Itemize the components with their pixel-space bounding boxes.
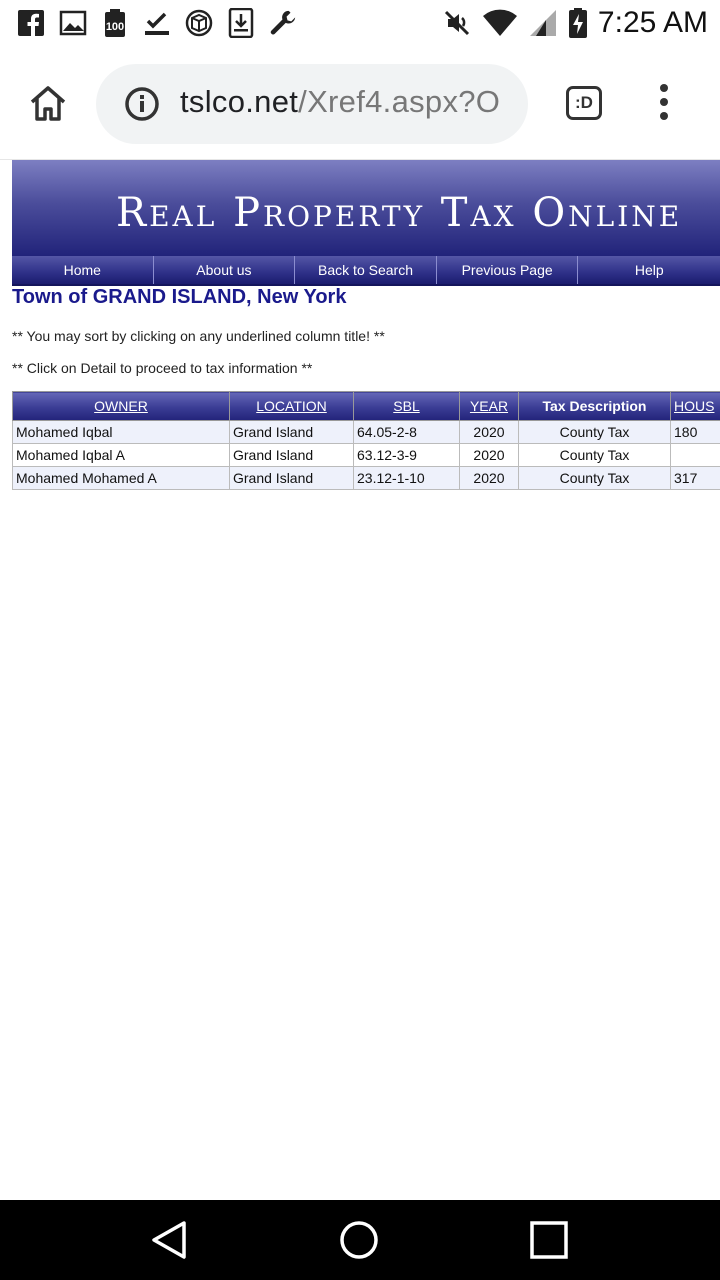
table-row[interactable]: Mohamed Iqbal A Grand Island 63.12-3-9 2… <box>12 443 720 467</box>
year-cell: 2020 <box>459 443 519 467</box>
tax-description-cell: County Tax <box>518 466 671 490</box>
wifi-icon <box>482 9 517 36</box>
clock: 7:25 AM <box>597 6 708 39</box>
table-row[interactable]: Mohamed Iqbal Grand Island 64.05-2-8 202… <box>12 420 720 444</box>
column-header-location[interactable]: LOCATION <box>229 391 354 421</box>
recents-icon[interactable] <box>529 1220 569 1260</box>
column-header-tax-description: Tax Description <box>518 391 671 421</box>
system-navigation-bar <box>0 1200 720 1280</box>
location-cell: Grand Island <box>229 420 354 444</box>
nav-home[interactable]: Home <box>12 256 154 284</box>
facebook-icon <box>16 8 46 38</box>
location-cell: Grand Island <box>229 466 354 490</box>
owner-cell: Mohamed Iqbal A <box>12 443 230 467</box>
sort-year-link[interactable]: YEAR <box>470 398 508 414</box>
results-table: OWNER LOCATION SBL YEAR Tax Description … <box>12 391 720 490</box>
table-header-row: OWNER LOCATION SBL YEAR Tax Description … <box>12 391 720 421</box>
sort-location-link[interactable]: LOCATION <box>256 398 327 414</box>
overflow-menu-button[interactable] <box>650 84 678 124</box>
3d-box-icon <box>184 8 214 38</box>
svg-text:100: 100 <box>106 21 124 33</box>
status-bar: 100 7:25 AM <box>0 0 720 48</box>
mute-icon <box>444 10 469 36</box>
column-header-owner[interactable]: OWNER <box>12 391 230 421</box>
home-icon <box>30 86 66 121</box>
notification-icons: 100 <box>16 8 298 38</box>
system-icons: 7:25 AM <box>442 6 708 40</box>
sbl-cell: 63.12-3-9 <box>353 443 460 467</box>
house-cell <box>670 443 720 467</box>
signal-icon <box>529 10 556 36</box>
address-bar[interactable]: tslco.net/Xref4.aspx?O <box>96 64 528 144</box>
image-icon <box>58 8 88 38</box>
nav-previous-page[interactable]: Previous Page <box>437 256 579 284</box>
home-button[interactable] <box>26 82 70 126</box>
sbl-cell: 23.12-1-10 <box>353 466 460 490</box>
tab-switcher-button[interactable]: :D <box>566 86 602 120</box>
column-header-sbl[interactable]: SBL <box>353 391 460 421</box>
house-cell: 317 <box>670 466 720 490</box>
nav-back-to-search[interactable]: Back to Search <box>295 256 437 284</box>
back-icon[interactable] <box>150 1220 190 1260</box>
table-row[interactable]: Mohamed Mohamed A Grand Island 23.12-1-1… <box>12 466 720 490</box>
sort-owner-link[interactable]: OWNER <box>94 398 148 414</box>
owner-cell: Mohamed Iqbal <box>12 420 230 444</box>
site-banner: Real Property Tax Online <box>12 160 720 256</box>
detail-note: ** Click on Detail to proceed to tax inf… <box>12 360 313 376</box>
sort-note: ** You may sort by clicking on any under… <box>12 328 385 344</box>
check-download-icon <box>142 8 172 38</box>
nav-help[interactable]: Help <box>578 256 720 284</box>
browser-toolbar: tslco.net/Xref4.aspx?O :D <box>0 48 720 160</box>
tax-description-cell: County Tax <box>518 443 671 467</box>
wrench-icon <box>268 8 298 38</box>
owner-cell: Mohamed Mohamed A <box>12 466 230 490</box>
sbl-cell: 64.05-2-8 <box>353 420 460 444</box>
house-cell: 180 <box>670 420 720 444</box>
info-icon[interactable] <box>124 86 160 122</box>
battery-100-icon: 100 <box>100 8 130 38</box>
url-path: /Xref4.aspx?O <box>298 84 501 119</box>
location-cell: Grand Island <box>229 443 354 467</box>
banner-title: Real Property Tax Online <box>116 190 683 236</box>
download-icon <box>226 8 256 38</box>
column-header-year[interactable]: YEAR <box>459 391 519 421</box>
column-header-house[interactable]: HOUS <box>670 391 720 421</box>
sort-sbl-link[interactable]: SBL <box>393 398 419 414</box>
web-page: Real Property Tax Online Home About us B… <box>0 160 720 1200</box>
site-nav: Home About us Back to Search Previous Pa… <box>12 256 720 286</box>
url-host: tslco.net <box>180 84 299 119</box>
year-cell: 2020 <box>459 466 519 490</box>
sort-house-link[interactable]: HOUS <box>674 398 714 414</box>
home-circle-icon[interactable] <box>339 1220 379 1260</box>
battery-charging-icon <box>568 8 587 38</box>
nav-about-us[interactable]: About us <box>154 256 296 284</box>
year-cell: 2020 <box>459 420 519 444</box>
url-text[interactable]: tslco.net/Xref4.aspx?O <box>180 84 500 120</box>
town-heading: Town of GRAND ISLAND, New York <box>12 286 347 308</box>
tax-description-cell: County Tax <box>518 420 671 444</box>
